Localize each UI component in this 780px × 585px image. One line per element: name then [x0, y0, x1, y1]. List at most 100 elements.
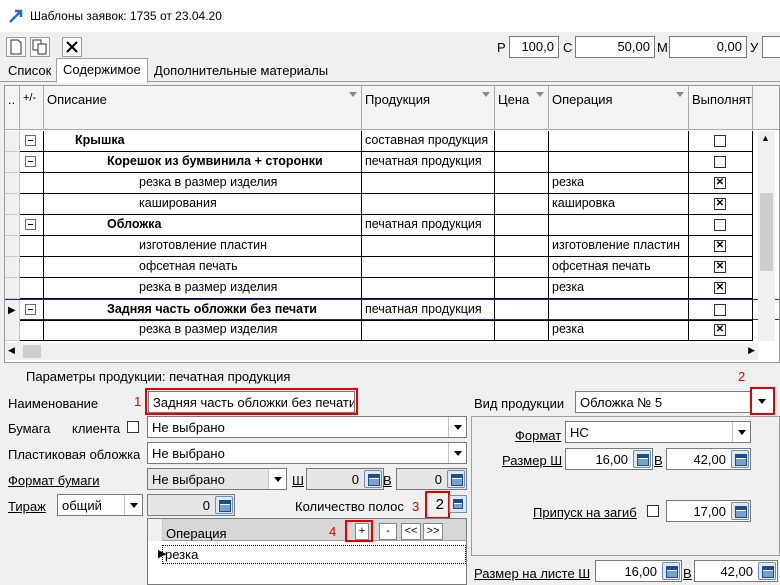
move-next-button[interactable]: >> — [423, 523, 443, 540]
scroll-left-icon[interactable]: ◀ — [8, 345, 15, 356]
row-indicator — [5, 278, 20, 299]
chevron-down-icon[interactable] — [268, 469, 286, 489]
row-indicator — [5, 320, 20, 341]
price-cell — [495, 236, 549, 257]
scroll-right-icon[interactable]: ▶ — [748, 345, 755, 356]
calculator-icon[interactable] — [215, 496, 233, 514]
tirage-number-input[interactable]: 0 — [147, 494, 235, 516]
scroll-up-icon[interactable]: ▲ — [761, 133, 770, 143]
scrollbar-thumb[interactable] — [760, 193, 773, 271]
fold-allowance-input[interactable]: 17,00 — [666, 500, 751, 522]
hscrollbar-thumb[interactable] — [23, 345, 41, 358]
done-checkbox[interactable] — [714, 156, 726, 168]
operation-row[interactable]: резка — [162, 545, 466, 564]
done-cell: ✕ — [689, 194, 753, 215]
done-cell: ✕ — [689, 278, 753, 299]
calculator-icon[interactable] — [364, 470, 382, 488]
table-row[interactable]: изготовление пластин изготовление пластин… — [5, 236, 779, 257]
copy-button[interactable] — [30, 37, 50, 57]
vertical-scrollbar[interactable]: ▲ — [758, 131, 775, 341]
done-checkbox[interactable]: ✕ — [714, 324, 726, 336]
done-checkbox[interactable]: ✕ — [714, 282, 726, 294]
done-checkbox[interactable]: ✕ — [714, 240, 726, 252]
column-header-operation[interactable]: Операция — [549, 86, 689, 130]
table-row[interactable]: офсетная печать офсетная печать ✕ — [5, 257, 779, 278]
price-cell — [495, 278, 549, 299]
chevron-down-icon[interactable] — [448, 417, 466, 437]
sheet-size-width-input[interactable]: 16,00 — [595, 560, 682, 582]
format-select[interactable]: НС — [565, 421, 751, 443]
row-indicator — [5, 173, 20, 194]
chevron-down-icon[interactable] — [448, 443, 466, 463]
table-row[interactable]: каширования кашировка ✕ — [5, 194, 779, 215]
column-header-price[interactable]: Цена — [495, 86, 549, 130]
calculator-icon[interactable] — [447, 470, 465, 488]
calculator-icon[interactable] — [758, 562, 776, 580]
horizontal-scrollbar[interactable]: ◀ ▶ — [5, 343, 758, 360]
c-input[interactable]: 50,00 — [575, 36, 655, 58]
column-label-price: Цена — [498, 92, 530, 107]
tab-list[interactable]: Список — [2, 60, 57, 82]
done-checkbox[interactable] — [714, 304, 726, 316]
expand-cell — [20, 194, 44, 215]
p-input[interactable]: 100,0 — [509, 36, 559, 58]
tab-additional-materials[interactable]: Дополнительные материалы — [148, 60, 334, 82]
chevron-down-icon[interactable] — [732, 422, 750, 442]
done-checkbox[interactable] — [714, 135, 726, 147]
product-type-dropdown-highlight[interactable] — [750, 387, 775, 415]
table-row[interactable]: резка в размер изделия резка ✕ — [5, 278, 779, 299]
add-operation-button[interactable]: + — [355, 523, 369, 540]
size-width-input[interactable]: 16,00 — [565, 448, 653, 470]
paper-height-input[interactable]: 0 — [396, 468, 467, 490]
plastic-cover-select[interactable]: Не выбрано — [147, 442, 467, 464]
product-type-select[interactable]: Обложка № 5 — [575, 391, 773, 413]
calculator-icon[interactable] — [731, 450, 749, 468]
done-checkbox[interactable] — [714, 219, 726, 231]
collapse-icon[interactable] — [25, 304, 36, 315]
chevron-down-icon[interactable] — [124, 495, 142, 515]
table-row[interactable]: резка в размер изделия резка ✕ — [5, 173, 779, 194]
tirage-value: общий — [62, 498, 102, 513]
column-header-done[interactable]: Выполнят — [689, 86, 753, 130]
calculator-icon[interactable] — [662, 562, 680, 580]
new-document-button[interactable] — [6, 37, 26, 57]
done-checkbox[interactable]: ✕ — [714, 198, 726, 210]
collapse-icon[interactable] — [25, 135, 36, 146]
expand-cell — [20, 173, 44, 194]
calculator-icon[interactable] — [731, 502, 749, 520]
done-checkbox[interactable]: ✕ — [714, 177, 726, 189]
client-paper-checkbox[interactable] — [127, 421, 139, 433]
expand-cell — [20, 300, 44, 321]
column-header-expand[interactable]: +/- — [20, 86, 44, 130]
table-row[interactable]: Корешок из бумвинила + сторонки печатная … — [5, 152, 779, 173]
size-height-input[interactable]: 42,00 — [666, 448, 751, 470]
tirage-label[interactable]: Тираж — [8, 499, 46, 514]
tab-contents[interactable]: Содержимое — [56, 58, 148, 83]
name-input[interactable]: Задняя часть обложки без печати — [148, 391, 355, 413]
table-row[interactable]: ▶ Задняя часть обложки без печати печатная… — [5, 299, 779, 321]
table-row[interactable]: резка в размер изделия резка ✕ — [5, 320, 779, 341]
collapse-icon[interactable] — [25, 156, 36, 167]
move-prev-button[interactable]: << — [401, 523, 421, 540]
format-label[interactable]: Формат — [515, 428, 561, 443]
done-checkbox[interactable]: ✕ — [714, 261, 726, 273]
paper-format-select[interactable]: Не выбрано — [147, 468, 287, 490]
table-row[interactable]: Обложка печатная продукция — [5, 215, 779, 236]
calculator-icon[interactable] — [633, 450, 651, 468]
m-input[interactable]: 0,00 — [669, 36, 747, 58]
paper-select[interactable]: Не выбрано — [147, 416, 467, 438]
delete-button[interactable] — [62, 37, 82, 57]
chevron-down-icon[interactable] — [753, 391, 771, 411]
remove-operation-button[interactable]: - — [379, 523, 397, 540]
paper-format-label[interactable]: Формат бумаги — [8, 473, 99, 488]
column-header-product[interactable]: Продукция — [362, 86, 495, 130]
collapse-icon[interactable] — [25, 219, 36, 230]
fold-allowance-checkbox[interactable] — [647, 505, 659, 517]
paper-width-input[interactable]: 0 — [306, 468, 384, 490]
column-header-description[interactable]: Описание — [44, 86, 362, 130]
tirage-select[interactable]: общий — [57, 494, 143, 516]
table-row[interactable]: Крышка составная продукция — [5, 131, 779, 152]
sheet-size-height-input[interactable]: 42,00 — [694, 560, 778, 582]
u-input[interactable] — [762, 36, 780, 58]
calculator-icon[interactable] — [449, 495, 467, 513]
